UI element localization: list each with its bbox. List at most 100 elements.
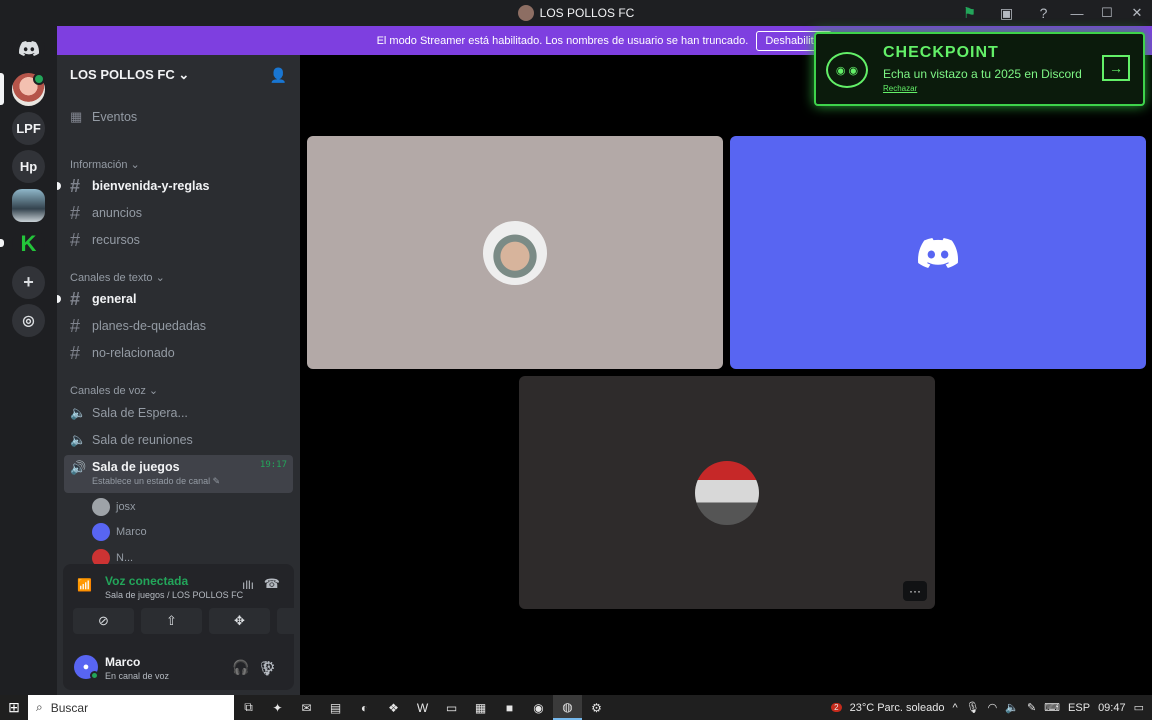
- voice-channel-sala-de-reuniones[interactable]: 🔈 Sala de reuniones: [64, 427, 293, 453]
- voice-channel-sala-de-juegos[interactable]: 🔊 Sala de juegos 19:17 Establece un esta…: [64, 455, 293, 493]
- weather-badge: 2: [831, 703, 842, 712]
- selected-server-indicator: [0, 73, 4, 105]
- voice-member[interactable]: Marco: [92, 521, 147, 543]
- signal-icon[interactable]: 📶: [77, 578, 92, 592]
- category-text-label: Canales de texto: [70, 272, 153, 284]
- headphones-icon[interactable]: 🎧: [232, 659, 249, 676]
- hash-icon: #: [70, 288, 81, 309]
- minecraft-icon[interactable]: ■: [495, 695, 524, 720]
- help-icon[interactable]: ?: [1025, 0, 1062, 26]
- unread-indicator: [0, 239, 4, 247]
- hash-icon: #: [70, 342, 81, 363]
- discord-home-icon[interactable]: [12, 32, 45, 65]
- hash-icon: #: [70, 175, 81, 196]
- pen-icon[interactable]: ✎: [1027, 701, 1036, 714]
- app-icon[interactable]: ❖: [379, 695, 408, 720]
- voice-member[interactable]: josx: [92, 496, 136, 518]
- pencil-icon[interactable]: ✎: [213, 476, 221, 486]
- word-icon[interactable]: W: [408, 695, 437, 720]
- minimize-button[interactable]: —: [1062, 0, 1092, 26]
- calculator-icon[interactable]: ▤: [321, 695, 350, 720]
- settings-gear-icon[interactable]: ⚙: [262, 658, 275, 676]
- camera-button[interactable]: ⊘: [73, 608, 134, 634]
- channel-label: Sala de Espera...: [92, 406, 188, 420]
- keyboard-icon[interactable]: ⌨: [1044, 701, 1060, 714]
- server-lpf-label: LPF: [16, 121, 41, 136]
- arrow-right-icon[interactable]: →: [1102, 55, 1130, 81]
- checkpoint-popup[interactable]: ◉ ◉ CHECKPOINT Echa un vistazo a tu 2025…: [814, 32, 1145, 106]
- hash-icon: #: [70, 229, 81, 250]
- copilot-icon[interactable]: ✦: [263, 695, 292, 720]
- disconnect-icon[interactable]: ☎: [264, 576, 280, 592]
- screen-share-button[interactable]: ⇧: [141, 608, 202, 634]
- channel-planes-de-quedadas[interactable]: # planes-de-quedadas: [64, 313, 293, 339]
- channel-label: no-relacionado: [92, 346, 175, 360]
- close-button[interactable]: ✕: [1122, 0, 1152, 26]
- volume-icon[interactable]: 🔈: [1005, 701, 1019, 714]
- voice-status: Voz conectada: [105, 574, 189, 588]
- participant-tile-3[interactable]: ···: [519, 376, 935, 609]
- user-name[interactable]: Marco: [105, 655, 140, 669]
- server-list: LPF Hp K + ◎: [0, 26, 57, 695]
- maximize-button[interactable]: ☐: [1092, 0, 1122, 26]
- category-text[interactable]: Canales de texto ⌄: [70, 271, 165, 284]
- taskbar-search[interactable]: ⌕ Buscar: [28, 695, 234, 720]
- more-options-button[interactable]: ···: [903, 581, 927, 601]
- server-header[interactable]: LOS POLLOS FC ⌄ 👤: [57, 55, 300, 95]
- noise-suppression-icon[interactable]: ıllı: [242, 578, 254, 592]
- chevron-down-icon: ⌄: [178, 67, 190, 82]
- speaker-active-icon: 🔊: [70, 460, 87, 475]
- member-name: Marco: [116, 526, 147, 538]
- avatar: [92, 498, 110, 516]
- category-voice[interactable]: Canales de voz ⌄: [70, 384, 158, 397]
- chevron-up-icon[interactable]: ^: [952, 702, 957, 714]
- voice-location[interactable]: Sala de juegos / LOS POLLOS FC: [105, 590, 243, 600]
- server-avatar-icon: [517, 5, 534, 21]
- file-explorer-icon[interactable]: ▭: [437, 695, 466, 720]
- store-icon[interactable]: ▦: [466, 695, 495, 720]
- edge-icon[interactable]: ◐: [350, 695, 379, 720]
- checkpoint-dismiss-link[interactable]: Rechazar: [883, 84, 917, 93]
- invite-people-icon[interactable]: 👤: [270, 67, 287, 84]
- windows-start-icon[interactable]: ⊞: [0, 699, 28, 716]
- server-hp[interactable]: Hp: [12, 150, 45, 183]
- streamer-banner-text: El modo Streamer está habilitado. Los no…: [376, 34, 749, 47]
- server-kick[interactable]: K: [12, 227, 45, 260]
- window-title: LOS POLLOS FC: [517, 5, 634, 21]
- server-lpf[interactable]: LPF: [12, 112, 45, 145]
- voice-stage: ···: [300, 55, 1152, 695]
- channel-status-prompt[interactable]: Establece un estado de canal: [92, 476, 210, 486]
- inbox-icon[interactable]: ▣: [988, 0, 1025, 26]
- task-view-icon[interactable]: ⧉: [234, 695, 263, 720]
- voice-connection-panel: 📶 Voz conectada Sala de juegos / LOS POL…: [63, 564, 338, 690]
- channel-recursos[interactable]: # recursos: [64, 227, 293, 253]
- channel-label: bienvenida-y-reglas: [92, 179, 210, 193]
- server-car[interactable]: [12, 189, 45, 222]
- notification-center-icon[interactable]: ▭: [1134, 701, 1144, 714]
- channel-bienvenida-y-reglas[interactable]: # bienvenida-y-reglas: [64, 173, 293, 199]
- chrome-icon[interactable]: ◉: [524, 695, 553, 720]
- language-indicator[interactable]: ESP: [1068, 702, 1090, 714]
- participant-tile-josx[interactable]: [307, 136, 723, 369]
- channel-general[interactable]: # general: [64, 286, 293, 312]
- flag-icon[interactable]: ⚑: [951, 0, 988, 26]
- hash-icon: #: [70, 315, 81, 336]
- events-item[interactable]: ▦ Eventos: [64, 104, 293, 130]
- add-server-icon[interactable]: +: [12, 266, 45, 299]
- voice-channel-sala-de-espera[interactable]: 🔈 Sala de Espera...: [64, 400, 293, 426]
- participant-tile-marco[interactable]: [730, 136, 1146, 369]
- search-placeholder: Buscar: [50, 700, 89, 715]
- discover-icon[interactable]: ◎: [12, 304, 45, 337]
- more-options-label: ···: [909, 584, 921, 598]
- steam-icon[interactable]: ⚙: [582, 695, 611, 720]
- activities-button[interactable]: ✥: [209, 608, 270, 634]
- channel-no-relacionado[interactable]: # no-relacionado: [64, 340, 293, 366]
- category-info[interactable]: Información ⌄: [70, 158, 140, 171]
- clock[interactable]: 09:47: [1098, 702, 1126, 714]
- discord-taskbar-icon[interactable]: ◍: [553, 695, 582, 720]
- outlook-icon[interactable]: ✉: [292, 695, 321, 720]
- channel-anuncios[interactable]: # anuncios: [64, 200, 293, 226]
- weather-widget[interactable]: 23°C Parc. soleado: [850, 702, 945, 714]
- wifi-icon[interactable]: ◠: [988, 701, 998, 714]
- microphone-tray-icon[interactable]: 🎙: [966, 701, 980, 714]
